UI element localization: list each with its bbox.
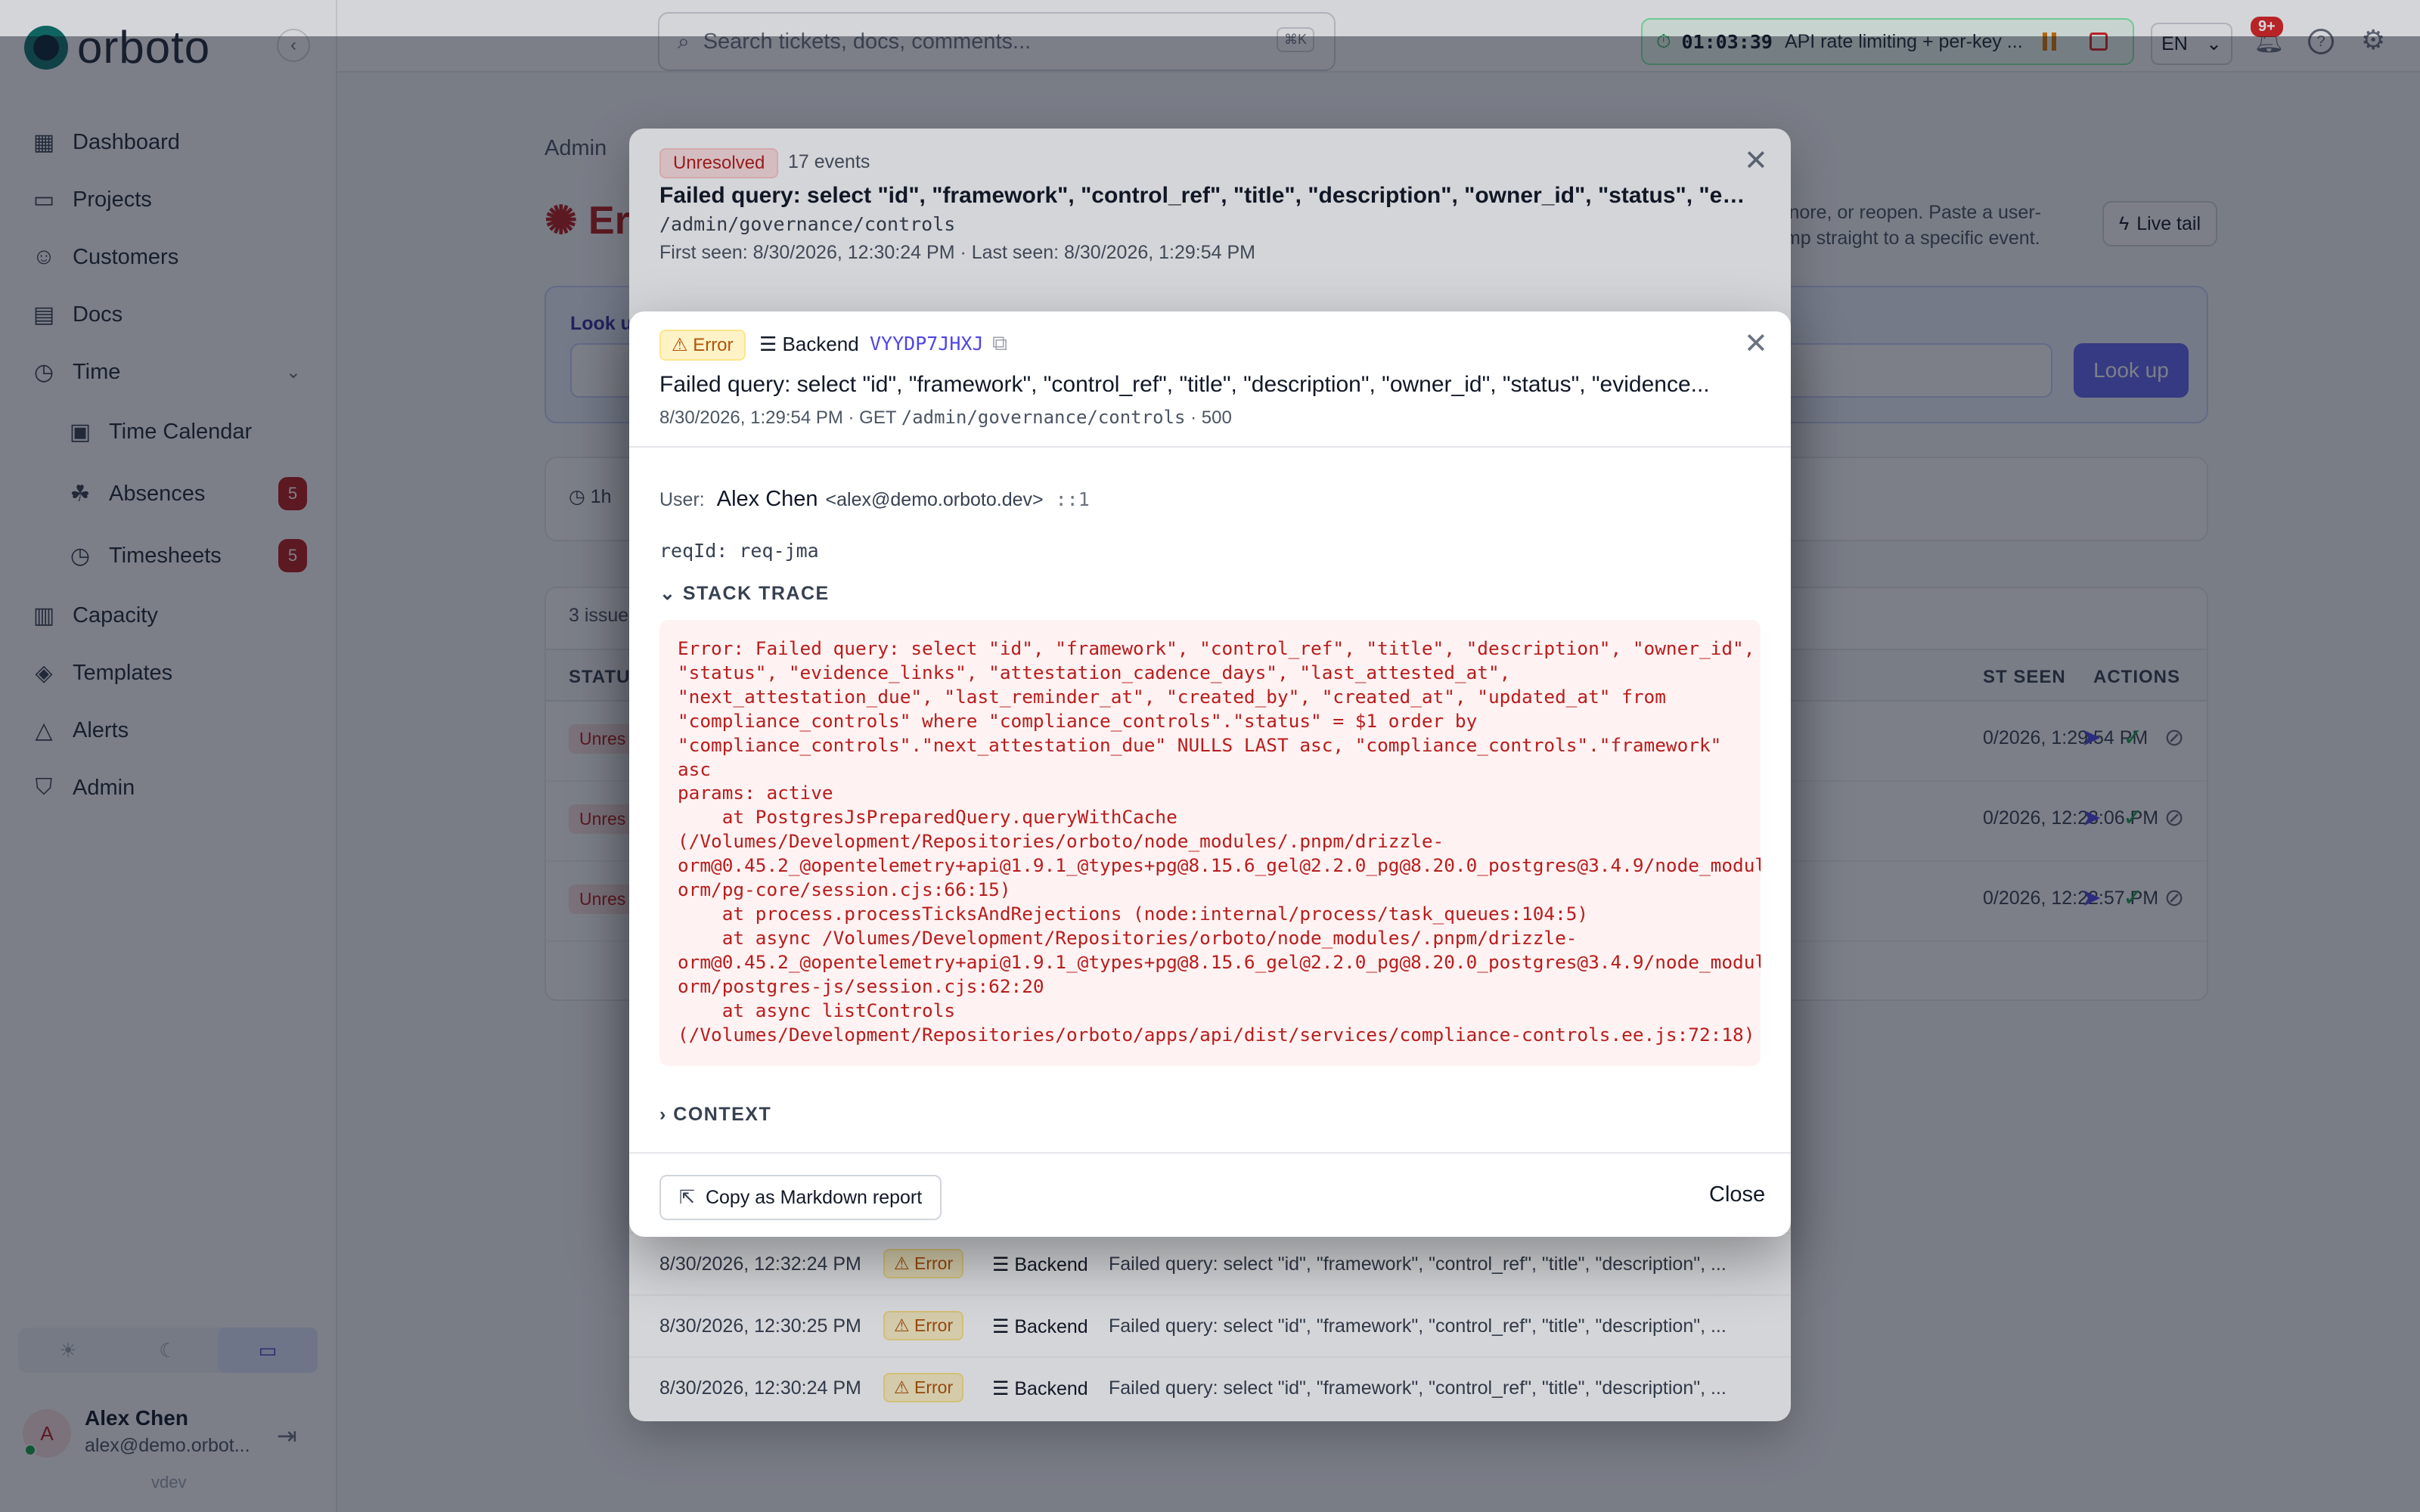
level-badge: ⚠ Error (659, 330, 746, 361)
context-toggle[interactable]: › CONTEXT (659, 1104, 771, 1126)
user-name: Alex Chen (716, 487, 818, 511)
copy-icon[interactable]: ⧉ (992, 331, 1007, 356)
close-icon[interactable]: ✕ (1744, 327, 1768, 361)
event-detail-modal: ⚠ Error ☰ Backend VYYDP7JHXJ ⧉ ✕ Failed … (629, 311, 1791, 1237)
event-modal-header: ⚠ Error ☰ Backend VYYDP7JHXJ ⧉ ✕ Failed … (629, 311, 1791, 448)
request-id: reqId: req-jma (659, 540, 819, 562)
event-meta: 8/30/2026, 1:29:54 PM · GET /admin/gover… (659, 407, 1232, 428)
chevron-down-icon: ⌄ (659, 583, 683, 604)
event-source: ☰ Backend (759, 333, 859, 355)
stack-trace: Error: Failed query: select "id", "frame… (659, 620, 1761, 1066)
user-email: <alex@demo.orboto.dev> (825, 489, 1044, 510)
external-link-icon: ⇱ (679, 1187, 695, 1208)
event-title: Failed query: select "id", "framework", … (659, 372, 1710, 397)
copy-markdown-report-button[interactable]: ⇱ Copy as Markdown report (659, 1175, 942, 1220)
warning-icon: ⚠ (672, 335, 693, 355)
event-user: User: Alex Chen <alex@demo.orboto.dev>::1 (659, 487, 1090, 511)
server-icon: ☰ (759, 333, 783, 355)
event-id[interactable]: VYYDP7JHXJ (870, 333, 984, 355)
stack-trace-toggle[interactable]: ⌄ STACK TRACE (659, 582, 830, 605)
stack-trace-text: Error: Failed query: select "id", "frame… (678, 637, 1761, 1046)
event-modal-footer: ⇱ Copy as Markdown report Close (629, 1152, 1791, 1237)
close-button[interactable]: Close (1709, 1182, 1765, 1207)
user-ip: ::1 (1055, 488, 1090, 510)
chevron-right-icon: › (659, 1104, 674, 1125)
